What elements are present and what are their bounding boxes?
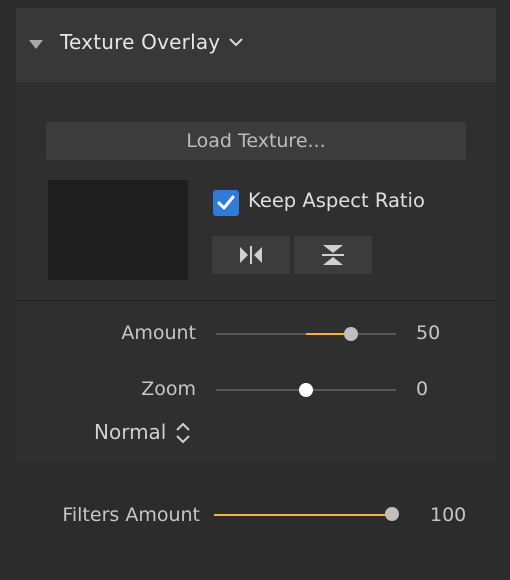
chevron-down-icon[interactable] xyxy=(229,38,243,47)
flip-vertical-icon xyxy=(322,245,344,265)
zoom-label: Zoom xyxy=(141,378,196,400)
amount-label: Amount xyxy=(121,322,196,344)
keep-aspect-ratio-label: Keep Aspect Ratio xyxy=(248,189,425,212)
load-texture-button[interactable]: Load Texture... xyxy=(46,122,466,160)
amount-value: 50 xyxy=(416,322,441,344)
up-down-chevron-icon[interactable] xyxy=(175,422,191,444)
flip-vertical-button[interactable] xyxy=(294,236,372,274)
zoom-value: 0 xyxy=(416,378,429,400)
filters-amount-slider-fill xyxy=(214,514,392,516)
zoom-slider-knob[interactable] xyxy=(299,383,313,397)
flip-horizontal-button[interactable] xyxy=(212,236,290,274)
flip-horizontal-icon xyxy=(240,246,262,264)
filters-amount-slider-knob[interactable] xyxy=(385,507,399,521)
filters-amount-value: 100 xyxy=(430,504,467,526)
blend-mode-select[interactable]: Normal xyxy=(94,420,166,444)
amount-slider-knob[interactable] xyxy=(344,327,358,341)
panel-header[interactable]: Texture Overlay xyxy=(16,8,496,82)
checkmark-icon xyxy=(217,195,235,210)
keep-aspect-ratio-checkbox[interactable] xyxy=(213,190,239,216)
texture-thumbnail[interactable] xyxy=(48,180,188,280)
filters-amount-label: Filters Amount xyxy=(62,504,200,526)
section-divider xyxy=(16,300,496,301)
texture-overlay-panel: Texture Overlay Load Texture... Keep Asp… xyxy=(16,8,496,462)
collapse-triangle-icon[interactable] xyxy=(29,40,43,49)
panel-title[interactable]: Texture Overlay xyxy=(60,30,220,54)
